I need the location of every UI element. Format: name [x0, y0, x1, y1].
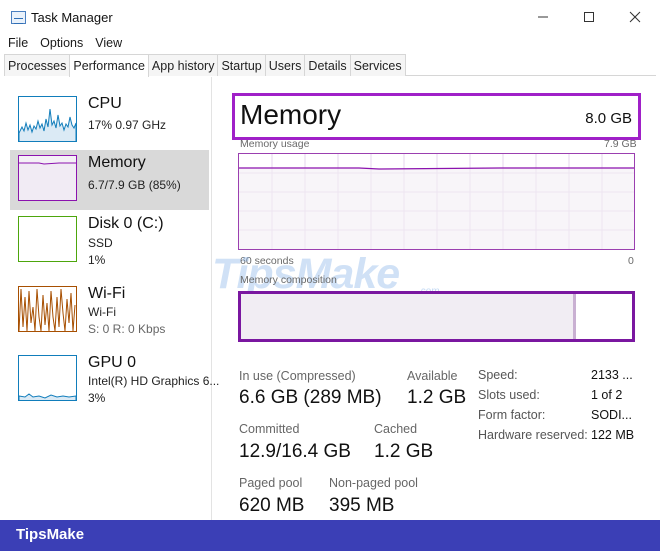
- tab-processes[interactable]: Processes: [4, 54, 71, 76]
- time-zero-label: 0: [628, 255, 634, 267]
- committed-label: Committed: [239, 422, 300, 436]
- sidebar-item-cpu[interactable]: CPU 17% 0.97 GHz: [10, 91, 209, 151]
- tab-details[interactable]: Details: [304, 54, 351, 76]
- menu-file[interactable]: File: [0, 34, 32, 54]
- memory-usage-max: 7.9 GB: [604, 138, 637, 150]
- slots-used-label: Slots used:: [478, 388, 540, 402]
- sidebar-sub-memory: 6.7/7.9 GB (85%): [88, 178, 181, 192]
- page-title: Memory: [240, 99, 342, 130]
- minimize-icon: [538, 16, 548, 18]
- task-manager-window: Task Manager File Options View Processes…: [0, 0, 660, 520]
- close-button[interactable]: [612, 4, 658, 30]
- paged-pool-value: 620 MB: [239, 495, 305, 516]
- cpu-sparkline: [19, 108, 76, 141]
- hardware-reserved-label: Hardware reserved:: [478, 428, 588, 442]
- tab-startup[interactable]: Startup: [217, 54, 266, 76]
- maximize-icon: [584, 12, 594, 22]
- minimize-button[interactable]: [520, 4, 566, 30]
- sidebar-item-wifi[interactable]: Wi-Fi Wi-Fi S: 0 R: 0 Kbps: [10, 281, 209, 341]
- sidebar-item-memory[interactable]: Memory 6.7/7.9 GB (85%): [10, 150, 209, 210]
- memory-thumbnail-graph: [18, 155, 77, 201]
- sidebar-sub-gpu: Intel(R) HD Graphics 6...: [88, 374, 220, 388]
- task-manager-icon: [11, 11, 26, 24]
- tab-users[interactable]: Users: [264, 54, 306, 76]
- memory-usage-graph: [238, 153, 635, 250]
- menu-view[interactable]: View: [87, 34, 126, 54]
- cpu-thumbnail-graph: [18, 96, 77, 142]
- slots-used-value: 1 of 2: [591, 388, 623, 402]
- nonpaged-pool-value: 395 MB: [329, 495, 395, 516]
- close-icon: [629, 11, 641, 23]
- paged-pool-label: Paged pool: [239, 476, 303, 490]
- menu-options[interactable]: Options: [32, 34, 87, 54]
- memory-sparkline: [19, 162, 76, 200]
- tab-services[interactable]: Services: [349, 54, 406, 76]
- tab-app-history[interactable]: App history: [147, 54, 219, 76]
- memory-usage-label: Memory usage: [240, 138, 310, 150]
- speed-label: Speed:: [478, 368, 518, 382]
- available-value: 1.2 GB: [407, 387, 467, 408]
- sidebar-sub2-gpu: 3%: [88, 391, 106, 405]
- in-use-value: 6.6 GB (289 MB): [239, 387, 382, 408]
- form-factor-value: SODI...: [591, 408, 632, 422]
- gpu-sparkline: [19, 393, 76, 400]
- sidebar-label-gpu: GPU 0: [88, 354, 137, 371]
- available-label: Available: [407, 369, 458, 383]
- sidebar-sub2-disk: 1%: [88, 253, 106, 267]
- sidebar-label-cpu: CPU: [88, 95, 122, 112]
- gpu-thumbnail-graph: [18, 355, 77, 401]
- footer-brand: TipsMake: [16, 526, 85, 543]
- memory-header: Memory 8.0 GB: [232, 93, 641, 140]
- sidebar-item-disk[interactable]: Disk 0 (C:) SSD 1%: [10, 211, 209, 271]
- sidebar-sub-wifi: Wi-Fi: [88, 305, 116, 319]
- window-title: Task Manager: [31, 10, 113, 25]
- wifi-sparkline: [19, 288, 76, 331]
- composition-in-use: [241, 294, 574, 339]
- hardware-reserved-value: 122 MB: [591, 428, 635, 442]
- tab-performance[interactable]: Performance: [69, 54, 149, 77]
- nonpaged-pool-label: Non-paged pool: [329, 476, 418, 490]
- sidebar-sub2-wifi: S: 0 R: 0 Kbps: [88, 322, 166, 336]
- committed-value: 12.9/16.4 GB: [239, 441, 351, 462]
- sidebar-label-disk: Disk 0 (C:): [88, 215, 164, 232]
- composition-modified: [573, 294, 577, 339]
- sidebar-sub-disk: SSD: [88, 236, 113, 250]
- memory-composition-bar: [238, 291, 635, 342]
- performance-sidebar: CPU 17% 0.97 GHz Memory 6.7/7.9 GB (85%)…: [0, 77, 219, 520]
- tab-strip: Processes Performance App history Startu…: [4, 54, 656, 77]
- speed-value: 2133 ...: [591, 368, 633, 382]
- sidebar-label-memory: Memory: [88, 154, 146, 171]
- memory-composition-label: Memory composition: [240, 274, 337, 286]
- form-factor-label: Form factor:: [478, 408, 546, 422]
- wifi-thumbnail-graph: [18, 286, 77, 332]
- disk-thumbnail-graph: [18, 216, 77, 262]
- menu-bar: File Options View: [0, 34, 126, 54]
- memory-usage-chart: [239, 154, 634, 249]
- title-bar: Task Manager: [0, 0, 660, 34]
- sidebar-sub-cpu: 17% 0.97 GHz: [88, 118, 167, 132]
- cached-label: Cached: [374, 422, 418, 436]
- sidebar-label-wifi: Wi-Fi: [88, 285, 126, 302]
- maximize-button[interactable]: [566, 4, 612, 30]
- cached-value: 1.2 GB: [374, 441, 434, 462]
- in-use-label: In use (Compressed): [239, 369, 356, 383]
- footer-brand-strip: TipsMake: [0, 520, 660, 551]
- memory-total: 8.0 GB: [585, 110, 632, 127]
- sidebar-item-gpu[interactable]: GPU 0 Intel(R) HD Graphics 6... 3%: [10, 350, 219, 410]
